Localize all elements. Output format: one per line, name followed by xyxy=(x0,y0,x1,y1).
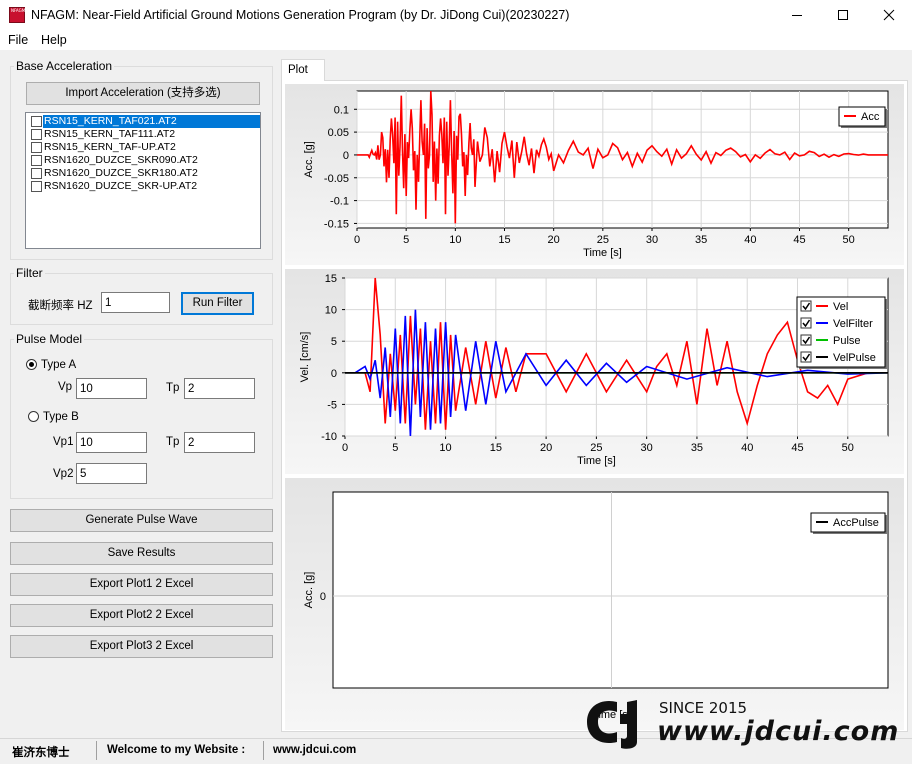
legend-label: Acc xyxy=(861,111,880,123)
x-tick-label: 50 xyxy=(843,234,855,246)
y-tick-label: -10 xyxy=(321,431,337,443)
charts-svg: Acc. [g]0 5 10 15 20 25 30 35 40 45 500.10.050-0.0… xyxy=(299,90,889,721)
y-tick-label: 0 xyxy=(343,150,349,162)
x-tick-label: 0 xyxy=(342,442,348,454)
x-tick-label: 35 xyxy=(695,234,707,246)
y-tick-label: -0.1 xyxy=(330,196,349,208)
x-tick-label: 5 xyxy=(392,442,398,454)
legend-label: Pulse xyxy=(833,335,861,347)
legend-label: VelFilter xyxy=(833,318,873,330)
y-tick-label: 0.05 xyxy=(328,127,349,139)
legend-label: AccPulse xyxy=(833,517,879,529)
x-tick-label: 10 xyxy=(439,442,451,454)
y-tick-label: 0 xyxy=(331,368,337,380)
x-tick-label: 25 xyxy=(597,234,609,246)
x-axis-label: Time [s] xyxy=(583,247,622,259)
y-tick-label: 15 xyxy=(325,273,337,285)
y-tick-label: -0.05 xyxy=(324,173,349,185)
y-tick-label: 5 xyxy=(331,336,337,348)
x-tick-label: 45 xyxy=(791,442,803,454)
status-website-link[interactable]: www.jdcui.com xyxy=(273,744,356,756)
x-tick-label: 25 xyxy=(590,442,602,454)
y-tick-label: -0.15 xyxy=(324,218,349,230)
x-tick-label: 5 xyxy=(403,234,409,246)
x-tick-label: 40 xyxy=(741,442,753,454)
legend-label: VelPulse xyxy=(833,352,876,364)
y-tick-label: 0 xyxy=(320,591,326,603)
status-welcome: Welcome to my Website : xyxy=(107,744,246,756)
x-tick-label: 35 xyxy=(691,442,703,454)
y-axis-label: Acc. [g] xyxy=(303,141,315,178)
jdcui-logo xyxy=(587,700,637,749)
y-axis-label: Vel. [cm/s] xyxy=(299,332,311,383)
watermark-url: www.jdcui.com xyxy=(657,716,900,747)
y-tick-label: 0.1 xyxy=(334,104,349,116)
x-tick-label: 30 xyxy=(646,234,658,246)
x-tick-label: 15 xyxy=(490,442,502,454)
x-tick-label: 50 xyxy=(842,442,854,454)
x-tick-label: 30 xyxy=(641,442,653,454)
legend-label: Vel xyxy=(833,301,848,313)
x-tick-label: 40 xyxy=(744,234,756,246)
watermark-since: SINCE 2015 xyxy=(659,699,748,717)
status-separator xyxy=(96,741,97,760)
plot-area xyxy=(332,491,889,689)
status-author: 崔济东博士 xyxy=(12,747,70,759)
x-tick-label: 0 xyxy=(354,234,360,246)
x-tick-label: 20 xyxy=(548,234,560,246)
x-tick-label: 15 xyxy=(498,234,510,246)
y-tick-label: -5 xyxy=(327,399,337,411)
x-tick-label: 45 xyxy=(793,234,805,246)
status-separator xyxy=(263,741,264,760)
x-tick-label: 10 xyxy=(449,234,461,246)
y-tick-label: 10 xyxy=(325,305,337,317)
x-axis-label: Time [s] xyxy=(577,455,616,467)
x-tick-label: 20 xyxy=(540,442,552,454)
y-axis-label: Acc. [g] xyxy=(303,572,315,609)
